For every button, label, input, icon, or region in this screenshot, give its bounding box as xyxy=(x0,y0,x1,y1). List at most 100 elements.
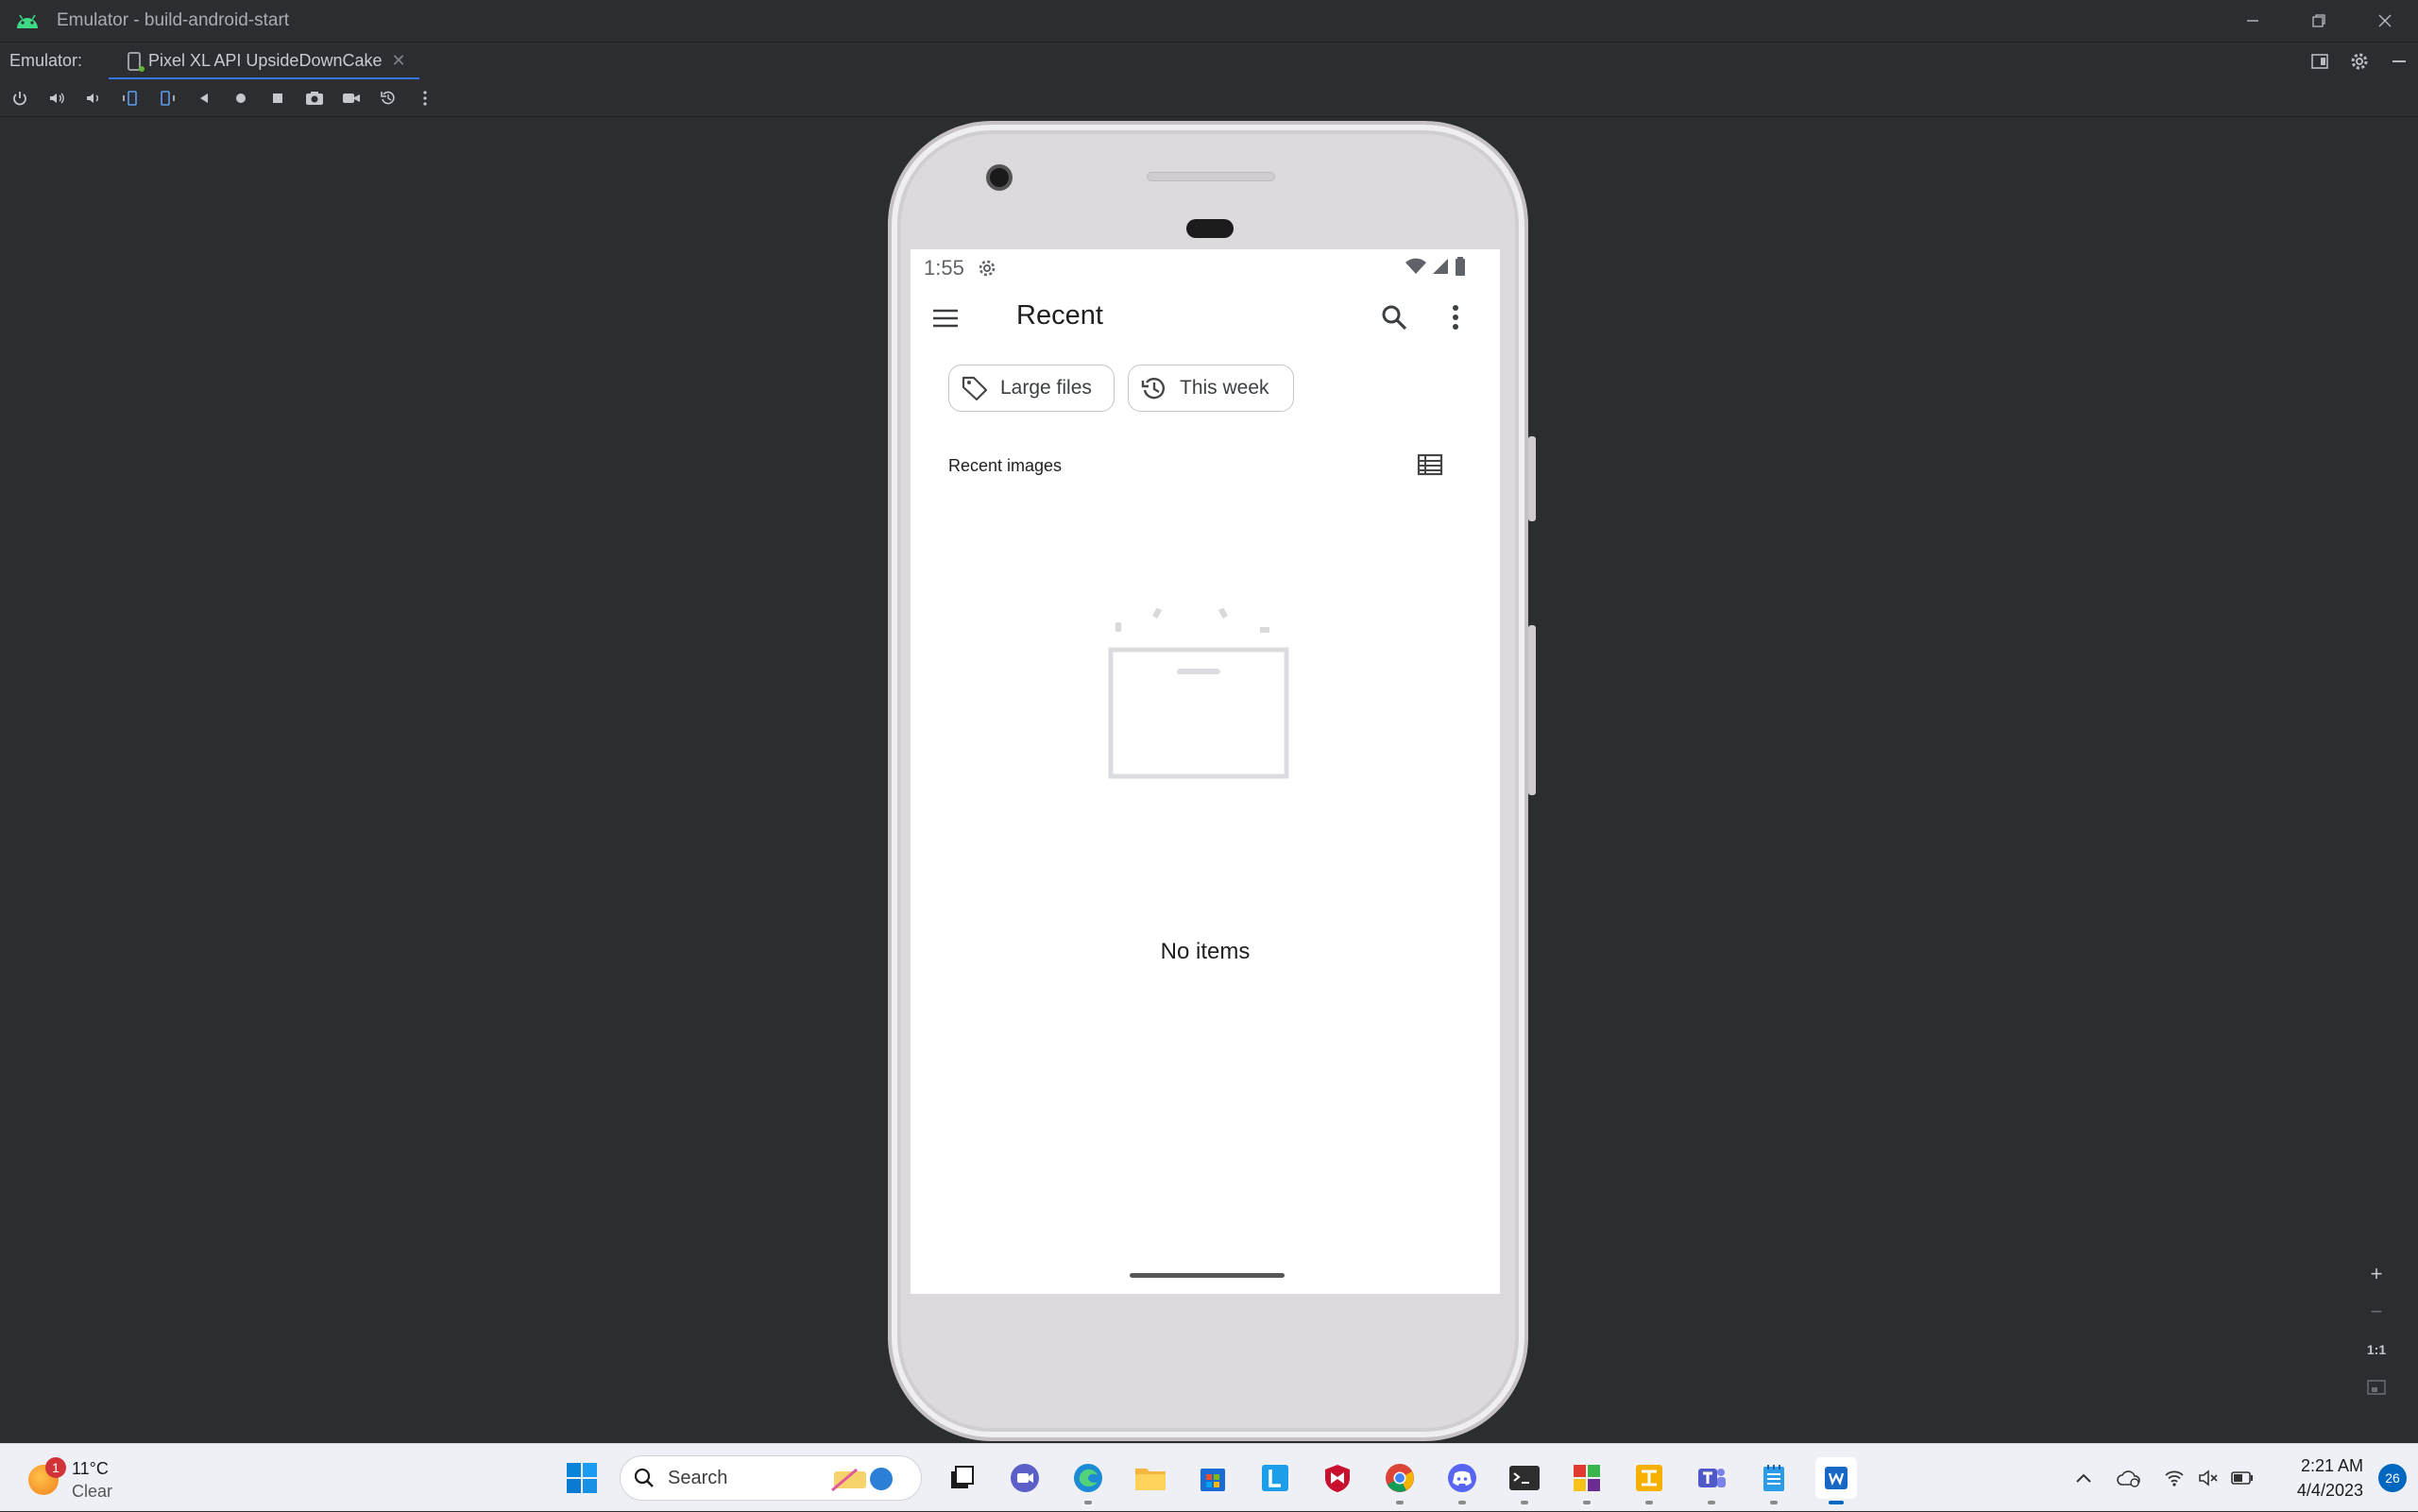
close-icon xyxy=(2377,13,2392,28)
gear-icon[interactable] xyxy=(2350,52,2369,71)
window-title: Emulator - build-android-start xyxy=(57,10,289,31)
hide-panel-icon[interactable] xyxy=(2390,52,2409,71)
taskbar-clock[interactable]: 2:21 AM 4/4/2023 xyxy=(2269,1453,2363,1503)
weather-widget[interactable]: 1 11°C Clear xyxy=(21,1452,153,1504)
chrome-icon[interactable] xyxy=(1379,1457,1421,1499)
overview-button[interactable] xyxy=(267,88,288,109)
empty-folder-illustration xyxy=(1099,608,1311,854)
chip-large-files[interactable]: Large files xyxy=(948,365,1115,412)
colorful-app-icon[interactable] xyxy=(1566,1457,1608,1499)
discord-icon[interactable] xyxy=(1441,1457,1483,1499)
wifi-icon[interactable] xyxy=(2157,1461,2191,1495)
search-highlight-icon xyxy=(828,1464,898,1494)
back-icon xyxy=(196,91,212,106)
active-app-icon[interactable] xyxy=(1815,1457,1857,1499)
zoom-fit-button[interactable] xyxy=(2362,1374,2391,1401)
restore-icon xyxy=(2311,13,2326,28)
close-window-button[interactable] xyxy=(2352,0,2418,42)
task-view-icon[interactable] xyxy=(941,1457,982,1499)
restore-button[interactable] xyxy=(2286,0,2352,42)
weather-condition: Clear xyxy=(72,1482,112,1502)
video-chat-icon[interactable] xyxy=(1004,1457,1046,1499)
settings-gear-icon xyxy=(978,259,996,278)
chip-label: Large files xyxy=(1000,377,1092,399)
tab-pixel-xl[interactable]: Pixel XL API UpsideDownCake ✕ xyxy=(109,42,419,80)
zoom-out-button[interactable]: − xyxy=(2362,1299,2391,1325)
fit-screen-icon xyxy=(2367,1379,2386,1396)
store-icon[interactable] xyxy=(1192,1457,1234,1499)
home-icon xyxy=(233,91,248,106)
show-hidden-icons-button[interactable] xyxy=(2067,1461,2101,1495)
windows-logo-icon xyxy=(565,1461,599,1495)
more-vert-icon xyxy=(422,90,428,107)
weather-temp: 11°C xyxy=(72,1459,109,1479)
android-logo-icon xyxy=(15,11,40,30)
teams-icon[interactable] xyxy=(1691,1457,1732,1499)
wifi-icon xyxy=(1405,258,1426,275)
minimize-icon xyxy=(2245,13,2260,28)
history-icon xyxy=(1140,374,1168,402)
minimize-button[interactable] xyxy=(2220,0,2286,42)
volume-down-button[interactable] xyxy=(83,88,104,109)
zoom-actual-size-button[interactable]: 1:1 xyxy=(2362,1336,2391,1363)
search-icon xyxy=(634,1468,655,1488)
mcafee-icon[interactable] xyxy=(1317,1457,1358,1499)
list-view-icon[interactable] xyxy=(1417,453,1443,476)
status-time: 1:55 xyxy=(924,256,964,280)
volume-muted-icon[interactable] xyxy=(2191,1461,2225,1495)
back-button[interactable] xyxy=(194,88,214,109)
notepad-icon[interactable] xyxy=(1753,1457,1795,1499)
file-explorer-icon[interactable] xyxy=(1130,1457,1171,1499)
chip-this-week[interactable]: This week xyxy=(1128,365,1294,412)
gesture-nav-handle[interactable] xyxy=(1130,1273,1285,1278)
home-button[interactable] xyxy=(230,88,251,109)
empty-state-message: No items xyxy=(911,939,1500,965)
window-titlebar: Emulator - build-android-start xyxy=(0,0,2418,42)
screenshot-button[interactable] xyxy=(304,88,325,109)
search-placeholder: Search xyxy=(668,1468,727,1489)
onedrive-icon[interactable] xyxy=(2112,1461,2146,1495)
start-button[interactable] xyxy=(561,1457,603,1499)
tab-label: Pixel XL API UpsideDownCake xyxy=(148,51,382,71)
volume-side-button[interactable] xyxy=(1528,625,1536,795)
notification-badge[interactable]: 26 xyxy=(2378,1464,2407,1492)
device-icon xyxy=(128,52,141,71)
emulator-tabbar: Emulator: Pixel XL API UpsideDownCake ✕ xyxy=(0,42,2418,79)
windows-taskbar: 1 11°C Clear Search 2:21 AM 4/4/2023 26 xyxy=(0,1443,2418,1511)
rotate-right-button[interactable] xyxy=(157,88,178,109)
cell-signal-icon xyxy=(1432,258,1449,275)
record-button[interactable] xyxy=(341,88,362,109)
chip-label: This week xyxy=(1180,377,1269,399)
tab-close-icon[interactable]: ✕ xyxy=(392,51,406,71)
taskbar-search[interactable]: Search xyxy=(620,1455,922,1501)
edge-browser-icon[interactable] xyxy=(1067,1457,1109,1499)
battery-icon xyxy=(1455,257,1466,276)
proximity-sensor xyxy=(1186,219,1234,238)
overview-icon xyxy=(270,91,285,106)
volume-up-button[interactable] xyxy=(46,88,67,109)
rotate-right-icon xyxy=(159,90,176,107)
chevron-up-icon xyxy=(2075,1472,2092,1484)
l-app-icon[interactable] xyxy=(1254,1457,1296,1499)
page-title: Recent xyxy=(1016,300,1103,331)
search-icon[interactable] xyxy=(1379,302,1409,332)
diagram-app-icon[interactable] xyxy=(1628,1457,1670,1499)
more-options-button[interactable] xyxy=(415,88,435,109)
reset-button[interactable] xyxy=(378,88,399,109)
more-vert-icon[interactable] xyxy=(1449,302,1462,332)
camera-icon xyxy=(305,90,324,107)
terminal-icon[interactable] xyxy=(1504,1457,1545,1499)
battery-icon[interactable] xyxy=(2225,1461,2259,1495)
front-camera xyxy=(986,164,1013,191)
tag-icon xyxy=(961,374,989,402)
rotate-left-button[interactable] xyxy=(120,88,141,109)
rotate-left-icon xyxy=(122,90,139,107)
volume-down-icon xyxy=(85,90,102,107)
power-side-button[interactable] xyxy=(1528,436,1536,521)
menu-icon[interactable] xyxy=(931,304,960,332)
zoom-in-button[interactable]: + xyxy=(2362,1261,2391,1287)
zoom-controls: + − 1:1 xyxy=(2358,1261,2395,1412)
reset-icon xyxy=(380,90,397,107)
layout-icon[interactable] xyxy=(2310,52,2329,71)
power-button[interactable] xyxy=(9,88,30,109)
